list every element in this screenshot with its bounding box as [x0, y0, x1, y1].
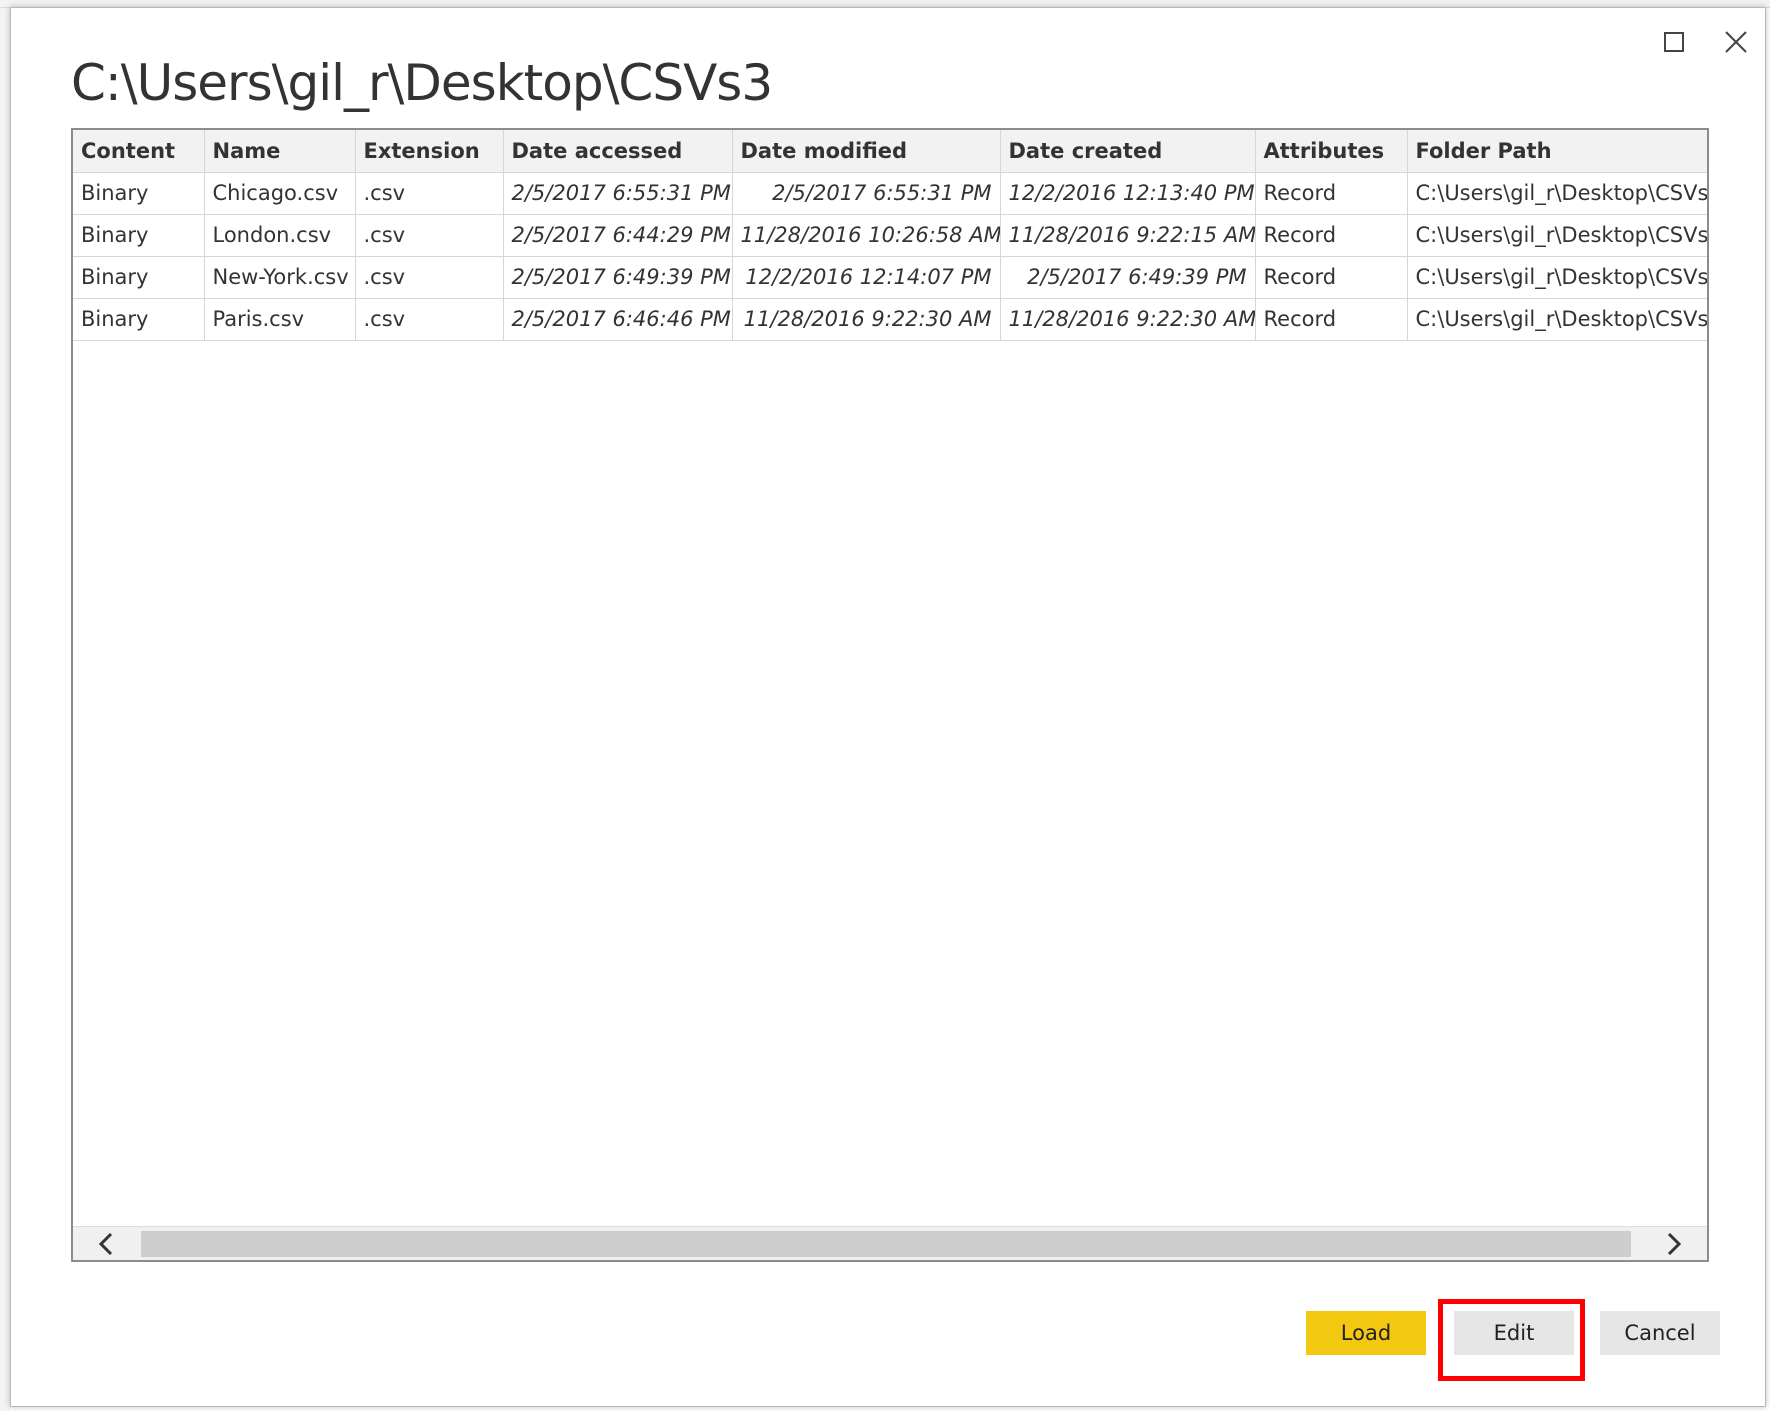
column-header-content[interactable]: Content	[73, 130, 205, 173]
cell-date-accessed: 2/5/2017 6:46:46 PM	[502, 297, 733, 341]
close-button[interactable]	[1716, 22, 1756, 62]
cell-date-created: 11/28/2016 9:22:30 AM	[999, 297, 1256, 341]
load-button[interactable]: Load	[1306, 1311, 1426, 1355]
scrollbar-thumb[interactable]	[141, 1231, 1631, 1257]
table-header-row: Content Name Extension Date accessed Dat…	[73, 130, 1707, 173]
column-header-name[interactable]: Name	[203, 130, 356, 173]
cell-date-modified: 2/5/2017 6:55:31 PM	[731, 171, 1001, 215]
horizontal-scrollbar[interactable]	[73, 1226, 1707, 1260]
cell-content: Binary	[73, 297, 205, 341]
cell-date-modified: 12/2/2016 12:14:07 PM	[731, 255, 1001, 299]
cell-folder-path: C:\Users\gil_r\Desktop\CSVs3\	[1406, 213, 1707, 257]
cell-name: London.csv	[203, 213, 356, 257]
scroll-right-button[interactable]	[1641, 1227, 1707, 1260]
cell-name: Paris.csv	[203, 297, 356, 341]
cell-name: Chicago.csv	[203, 171, 356, 215]
cell-attributes: Record	[1254, 213, 1408, 257]
column-header-attributes[interactable]: Attributes	[1254, 130, 1408, 173]
cell-attributes: Record	[1254, 297, 1408, 341]
cell-folder-path: C:\Users\gil_r\Desktop\CSVs3\	[1406, 171, 1707, 215]
cell-date-accessed: 2/5/2017 6:55:31 PM	[502, 171, 733, 215]
table-row[interactable]: Binary Chicago.csv .csv 2/5/2017 6:55:31…	[73, 171, 1707, 215]
files-table: Content Name Extension Date accessed Dat…	[73, 130, 1707, 341]
cell-date-created: 2/5/2017 6:49:39 PM	[999, 255, 1256, 299]
table-row[interactable]: Binary London.csv .csv 2/5/2017 6:44:29 …	[73, 213, 1707, 257]
edit-button[interactable]: Edit	[1454, 1311, 1574, 1355]
cancel-button[interactable]: Cancel	[1600, 1311, 1720, 1355]
cell-content: Binary	[73, 255, 205, 299]
cell-content: Binary	[73, 213, 205, 257]
maximize-button[interactable]	[1654, 22, 1694, 62]
cell-extension: .csv	[354, 297, 504, 341]
column-header-date-modified[interactable]: Date modified	[731, 130, 1001, 173]
column-header-folder-path[interactable]: Folder Path	[1406, 130, 1707, 173]
cell-date-modified: 11/28/2016 9:22:30 AM	[731, 297, 1001, 341]
file-preview-grid: Content Name Extension Date accessed Dat…	[71, 128, 1709, 1262]
cell-attributes: Record	[1254, 255, 1408, 299]
cell-extension: .csv	[354, 213, 504, 257]
cell-folder-path: C:\Users\gil_r\Desktop\CSVs3\	[1406, 297, 1707, 341]
folder-preview-dialog: C:\Users\gil_r\Desktop\CSVs3 Content Nam…	[10, 7, 1766, 1407]
column-header-extension[interactable]: Extension	[354, 130, 504, 173]
table-row[interactable]: Binary New-York.csv .csv 2/5/2017 6:49:3…	[73, 255, 1707, 299]
cell-date-accessed: 2/5/2017 6:44:29 PM	[502, 213, 733, 257]
cell-date-modified: 11/28/2016 10:26:58 AM	[731, 213, 1001, 257]
column-header-date-accessed[interactable]: Date accessed	[502, 130, 733, 173]
scroll-left-button[interactable]	[73, 1227, 139, 1260]
column-header-date-created[interactable]: Date created	[999, 130, 1256, 173]
maximize-icon	[1664, 32, 1684, 52]
cell-attributes: Record	[1254, 171, 1408, 215]
cell-extension: .csv	[354, 171, 504, 215]
close-icon	[1725, 31, 1747, 53]
cell-content: Binary	[73, 171, 205, 215]
chevron-right-icon	[1667, 1232, 1682, 1256]
cell-name: New-York.csv	[203, 255, 356, 299]
cell-extension: .csv	[354, 255, 504, 299]
dialog-title: C:\Users\gil_r\Desktop\CSVs3	[71, 54, 773, 112]
cell-date-created: 12/2/2016 12:13:40 PM	[999, 171, 1256, 215]
chevron-left-icon	[98, 1232, 113, 1256]
cell-date-created: 11/28/2016 9:22:15 AM	[999, 213, 1256, 257]
background-app-edge	[0, 8, 10, 1411]
table-row[interactable]: Binary Paris.csv .csv 2/5/2017 6:46:46 P…	[73, 297, 1707, 341]
cell-folder-path: C:\Users\gil_r\Desktop\CSVs3\	[1406, 255, 1707, 299]
cell-date-accessed: 2/5/2017 6:49:39 PM	[502, 255, 733, 299]
